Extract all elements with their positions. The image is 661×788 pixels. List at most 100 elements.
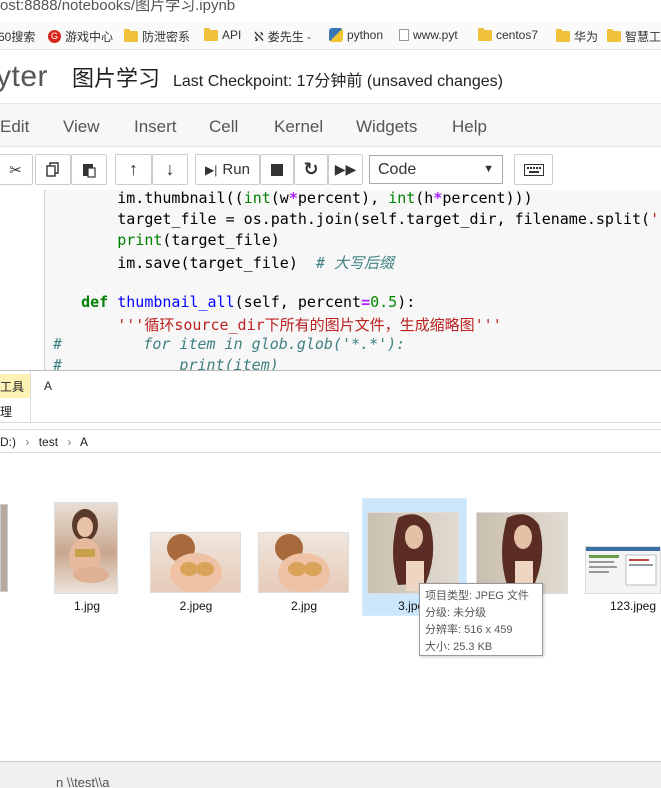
file-name[interactable]: 123.jpeg xyxy=(600,599,661,613)
cell-type-value: Code xyxy=(378,161,417,178)
menu-widgets[interactable]: Widgets xyxy=(356,117,417,137)
bookmark-lou[interactable]: ℵ 娄先生 - xyxy=(254,28,311,45)
code-cell[interactable]: im.thumbnail((int(w*percent), int(h*perc… xyxy=(0,190,661,370)
file-explorer-window: 工具 理 A D:) › test › A 1.jpg 2.jpeg 2.jpg… xyxy=(0,370,661,788)
tooltip-rating: 分级: 未分级 xyxy=(425,607,487,619)
tooltip-size: 大小: 25.3 KB xyxy=(425,641,493,653)
bookmark-folder-centos7[interactable]: centos7 xyxy=(478,27,539,42)
menu-kernel[interactable]: Kernel xyxy=(274,117,323,137)
bookmark-folder-api[interactable]: API xyxy=(204,27,242,42)
url-bar[interactable]: ost:8888/notebooks/图片学习.ipynb xyxy=(0,0,661,20)
code-line: im.save(target_file) # 大写后缀 xyxy=(45,254,394,272)
status-bar: n \\test\\a xyxy=(0,761,661,788)
bookmark-label: API xyxy=(222,28,242,42)
breadcrumb-chevron-icon: › xyxy=(25,435,30,449)
python-icon xyxy=(329,28,343,42)
url-text[interactable]: ost:8888/notebooks/图片学习.ipynb xyxy=(0,0,235,15)
scissors-icon: ✂ xyxy=(9,161,22,179)
stop-icon xyxy=(271,163,283,176)
menu-insert[interactable]: Insert xyxy=(134,117,177,137)
cell-type-select[interactable]: Code ▼ xyxy=(369,155,503,184)
keyboard-icon xyxy=(523,163,544,176)
refresh-icon: ↻ xyxy=(303,159,319,179)
file-item-3-jpeg[interactable] xyxy=(367,512,459,594)
address-bar[interactable]: D:) › test › A xyxy=(0,429,661,453)
command-palette-button[interactable] xyxy=(514,154,553,185)
tooltip-resolution: 分辨率: 516 x 459 xyxy=(425,624,513,636)
jupyter-logo[interactable]: yter xyxy=(0,60,48,94)
code-editor[interactable]: im.thumbnail((int(w*percent), int(h*perc… xyxy=(44,190,661,370)
bookmark-folder-huawei[interactable]: 华为 xyxy=(556,28,598,45)
ribbon-tab-manage[interactable]: 理 xyxy=(0,403,12,420)
restart-run-all-button[interactable]: ▶▶ xyxy=(328,154,363,185)
bookmarks-bar: 60搜索 G 游戏中心 防泄密系 API ℵ 娄先生 - python www.… xyxy=(0,22,661,50)
breadcrumb-drive[interactable]: D:) xyxy=(0,435,16,449)
bookmark-game-center[interactable]: G 游戏中心 xyxy=(48,28,113,45)
folder-icon xyxy=(607,29,621,42)
file-item-2-jpg[interactable] xyxy=(258,532,349,593)
explorer-ribbon: 工具 理 A xyxy=(0,371,661,423)
code-line: im.thumbnail((int(w*percent), int(h*perc… xyxy=(45,190,533,207)
bookmark-folder-anti-leak[interactable]: 防泄密系 xyxy=(124,28,190,45)
folder-icon xyxy=(124,29,138,42)
site-icon: ℵ xyxy=(254,28,264,44)
cut-button[interactable]: ✂ xyxy=(0,154,33,185)
restart-button[interactable]: ↻ xyxy=(294,154,328,185)
file-name[interactable]: 2.jpg xyxy=(258,599,350,613)
copy-button[interactable] xyxy=(35,154,71,185)
bookmark-label: www.pyt xyxy=(413,28,458,42)
photo-thumbnail xyxy=(502,514,543,591)
bookmark-label: 游戏中心 xyxy=(65,30,114,44)
ribbon-tab-tools[interactable]: 工具 xyxy=(0,374,30,398)
file-name[interactable]: 2.jpeg xyxy=(150,599,242,613)
thumbnail-partial[interactable] xyxy=(0,504,8,592)
run-button[interactable]: ▶| Run xyxy=(195,154,260,185)
fast-forward-icon: ▶▶ xyxy=(334,161,357,177)
code-line: target_file = os.path.join(self.target_d… xyxy=(45,210,660,228)
breadcrumb-test[interactable]: test xyxy=(39,435,58,449)
code-line: # for item in glob.glob('*.*'): xyxy=(53,335,406,353)
code-line: '''循环source_dir下所有的图片文件，生成缩略图''' xyxy=(117,316,502,334)
move-up-button[interactable]: ↑ xyxy=(115,154,152,185)
file-item-2-jpeg[interactable] xyxy=(150,532,241,593)
bookmark-wwwpyt[interactable]: www.pyt xyxy=(399,28,458,42)
photo-thumbnail xyxy=(275,534,330,593)
photo-thumbnail xyxy=(393,514,434,591)
screenshot-thumbnail xyxy=(586,547,660,586)
breadcrumb-a[interactable]: A xyxy=(80,435,88,449)
step-forward-icon: ▶| xyxy=(205,162,218,177)
bookmark-python[interactable]: python xyxy=(329,28,383,42)
bookmark-folder-smart[interactable]: 智慧工 xyxy=(607,28,661,45)
notebook-name[interactable]: 图片学习 xyxy=(72,61,160,93)
bookmark-label: 娄先生 - xyxy=(267,30,312,44)
menu-help[interactable]: Help xyxy=(452,117,487,137)
folder-icon xyxy=(556,29,570,42)
bookmark-label: centos7 xyxy=(496,28,539,42)
breadcrumb-chevron-icon: › xyxy=(67,435,72,449)
photo-thumbnail xyxy=(167,534,222,593)
menu-edit[interactable]: Edit xyxy=(0,117,29,137)
menu-bar: Edit View Insert Cell Kernel Widgets Hel… xyxy=(0,103,661,147)
interrupt-button[interactable] xyxy=(260,154,294,185)
file-name[interactable]: 1.jpg xyxy=(54,599,120,613)
bookmark-360[interactable]: 60搜索 xyxy=(0,28,35,45)
code-line: # print(item) xyxy=(53,356,279,370)
paste-button[interactable] xyxy=(71,154,107,185)
folder-icon xyxy=(478,27,492,41)
checkpoint-status: Last Checkpoint: 17分钟前 (unsaved changes) xyxy=(173,73,503,90)
file-item-1-jpg[interactable] xyxy=(54,502,118,594)
file-item-123-jpeg[interactable] xyxy=(585,546,661,594)
window-title: A xyxy=(44,379,53,393)
tooltip-item-type: 项目类型: JPEG 文件 xyxy=(425,590,529,602)
bookmark-label: 防泄密系 xyxy=(142,30,191,44)
menu-view[interactable]: View xyxy=(63,117,100,137)
menu-cell[interactable]: Cell xyxy=(209,117,238,137)
arrow-up-icon: ↑ xyxy=(129,159,138,179)
caret-down-icon: ▼ xyxy=(483,163,494,175)
folder-icon xyxy=(204,27,218,41)
bookmark-label: python xyxy=(347,28,384,42)
photo-thumbnail xyxy=(69,509,109,583)
bookmark-label: 华为 xyxy=(574,30,599,44)
file-item-3-jpg[interactable] xyxy=(476,512,568,594)
move-down-button[interactable]: ↓ xyxy=(152,154,188,185)
